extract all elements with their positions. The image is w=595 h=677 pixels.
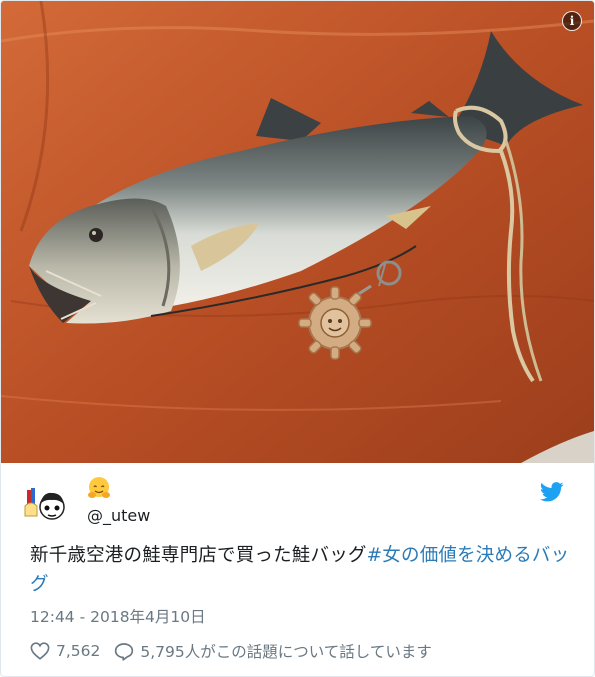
- discussion-text: 5,795人がこの話題について話しています: [140, 643, 432, 661]
- like-button[interactable]: 7,562: [30, 642, 100, 660]
- speech-bubble-icon: [115, 642, 134, 661]
- info-icon[interactable]: i: [562, 11, 582, 31]
- salmon-bag-photo: [1, 1, 594, 463]
- heart-icon: [30, 642, 50, 660]
- avatar[interactable]: [21, 480, 69, 528]
- discussion-link[interactable]: 5,795人がこの話題について話しています: [114, 640, 432, 662]
- tweet-photo[interactable]: i: [1, 1, 594, 463]
- tweet-text: 新千歳空港の鮭専門店で買った鮭バッグ#女の価値を決めるバッグ: [30, 541, 575, 599]
- like-count: 7,562: [56, 642, 101, 660]
- tweet-header: @_utew: [21, 474, 574, 530]
- twitter-bird-icon[interactable]: [540, 482, 564, 502]
- tweet-card: i @_utew 新千歳空港の鮭専門店で買った鮭バッグ#女の価値を決めるバッグ …: [0, 0, 595, 677]
- hugging-face-emoji-icon: [88, 477, 110, 498]
- tweet-timestamp[interactable]: 12:44 - 2018年4月10日: [30, 605, 206, 627]
- tweet-body: 新千歳空港の鮭専門店で買った鮭バッグ: [30, 545, 367, 566]
- tweet-actions: 7,562 5,795人がこの話題について話しています: [30, 639, 432, 663]
- user-handle[interactable]: @_utew: [87, 506, 150, 525]
